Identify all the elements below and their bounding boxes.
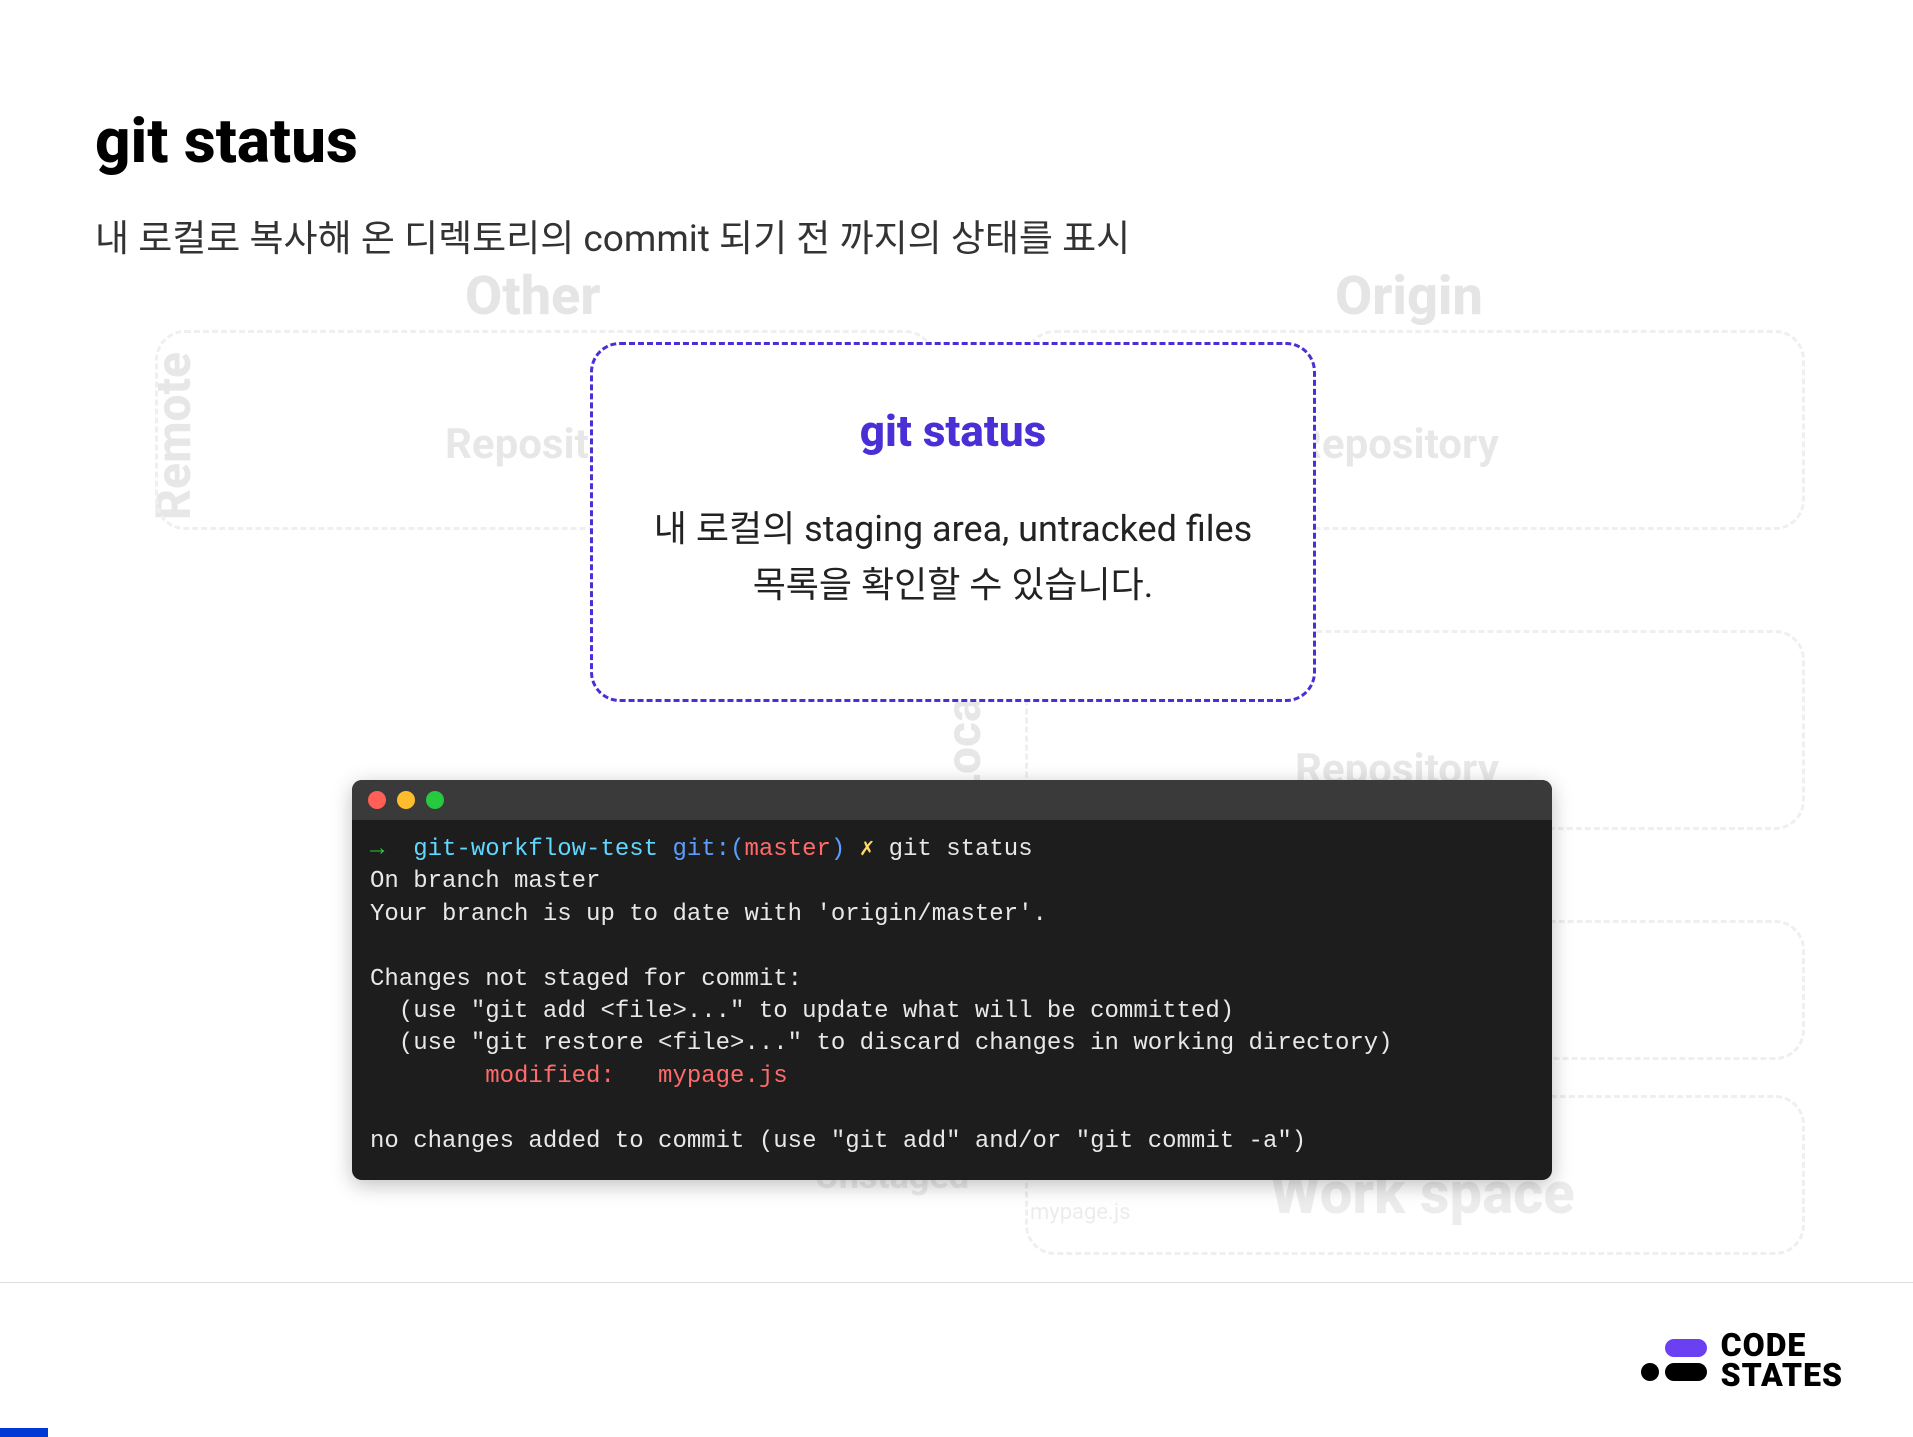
git-status-callout: git status 내 로컬의 staging area, untracked…: [590, 342, 1316, 702]
callout-line-1: 내 로컬의 staging area, untracked files: [654, 508, 1252, 550]
terminal-line-5: (use "git add <file>..." to update what …: [370, 998, 1234, 1025]
slide-footer: CODE STATES: [0, 1282, 1913, 1437]
callout-title: git status: [643, 405, 1263, 457]
terminal-body: → git-workflow-test git:(master) ✗ git s…: [352, 820, 1552, 1180]
logo-text: CODE STATES: [1721, 1330, 1843, 1391]
file-name: mypage.js: [1030, 1200, 1130, 1225]
terminal-line-1: On branch master: [370, 868, 600, 895]
terminal-modified-file: mypage.js: [658, 1063, 788, 1090]
slide-title: git status: [95, 105, 1818, 178]
terminal-prompt-arrow: →: [370, 836, 399, 863]
logo-mark-icon: [1641, 1339, 1707, 1381]
maximize-icon: [426, 791, 444, 809]
terminal-modified: modified:: [370, 1063, 658, 1090]
terminal-branch: master: [744, 836, 830, 863]
terminal-line-9: no changes added to commit (use "git add…: [370, 1128, 1306, 1155]
terminal-command: git status: [889, 836, 1033, 863]
origin-heading: Origin: [1335, 265, 1483, 328]
terminal-prompt-dir: git-workflow-test: [399, 836, 673, 863]
terminal-prompt-x: ✗: [860, 836, 889, 863]
terminal-prompt-git: git:(: [672, 836, 744, 863]
logo-line-2: STATES: [1721, 1360, 1843, 1390]
terminal-header: [352, 780, 1552, 820]
terminal-line-4: Changes not staged for commit:: [370, 966, 802, 993]
terminal-line-2: Your branch is up to date with 'origin/m…: [370, 901, 1047, 928]
progress-bar: [0, 1428, 48, 1437]
minimize-icon: [397, 791, 415, 809]
codestates-logo: CODE STATES: [1641, 1330, 1843, 1391]
callout-text: 내 로컬의 staging area, untracked files 목록을 …: [643, 502, 1263, 614]
other-heading: Other: [465, 265, 600, 328]
slide-subtitle: 내 로컬로 복사해 온 디렉토리의 commit 되기 전 까지의 상태를 표시: [95, 208, 1818, 262]
callout-line-2: 목록을 확인할 수 있습니다.: [753, 564, 1154, 606]
terminal-line-6: (use "git restore <file>..." to discard …: [370, 1030, 1393, 1057]
repo-label-2: Repository: [1295, 420, 1499, 469]
slide-container: git status 내 로컬로 복사해 온 디렉토리의 commit 되기 전…: [0, 0, 1913, 1437]
terminal-prompt-close: ): [831, 836, 860, 863]
terminal-window: → git-workflow-test git:(master) ✗ git s…: [352, 780, 1552, 1180]
close-icon: [368, 791, 386, 809]
